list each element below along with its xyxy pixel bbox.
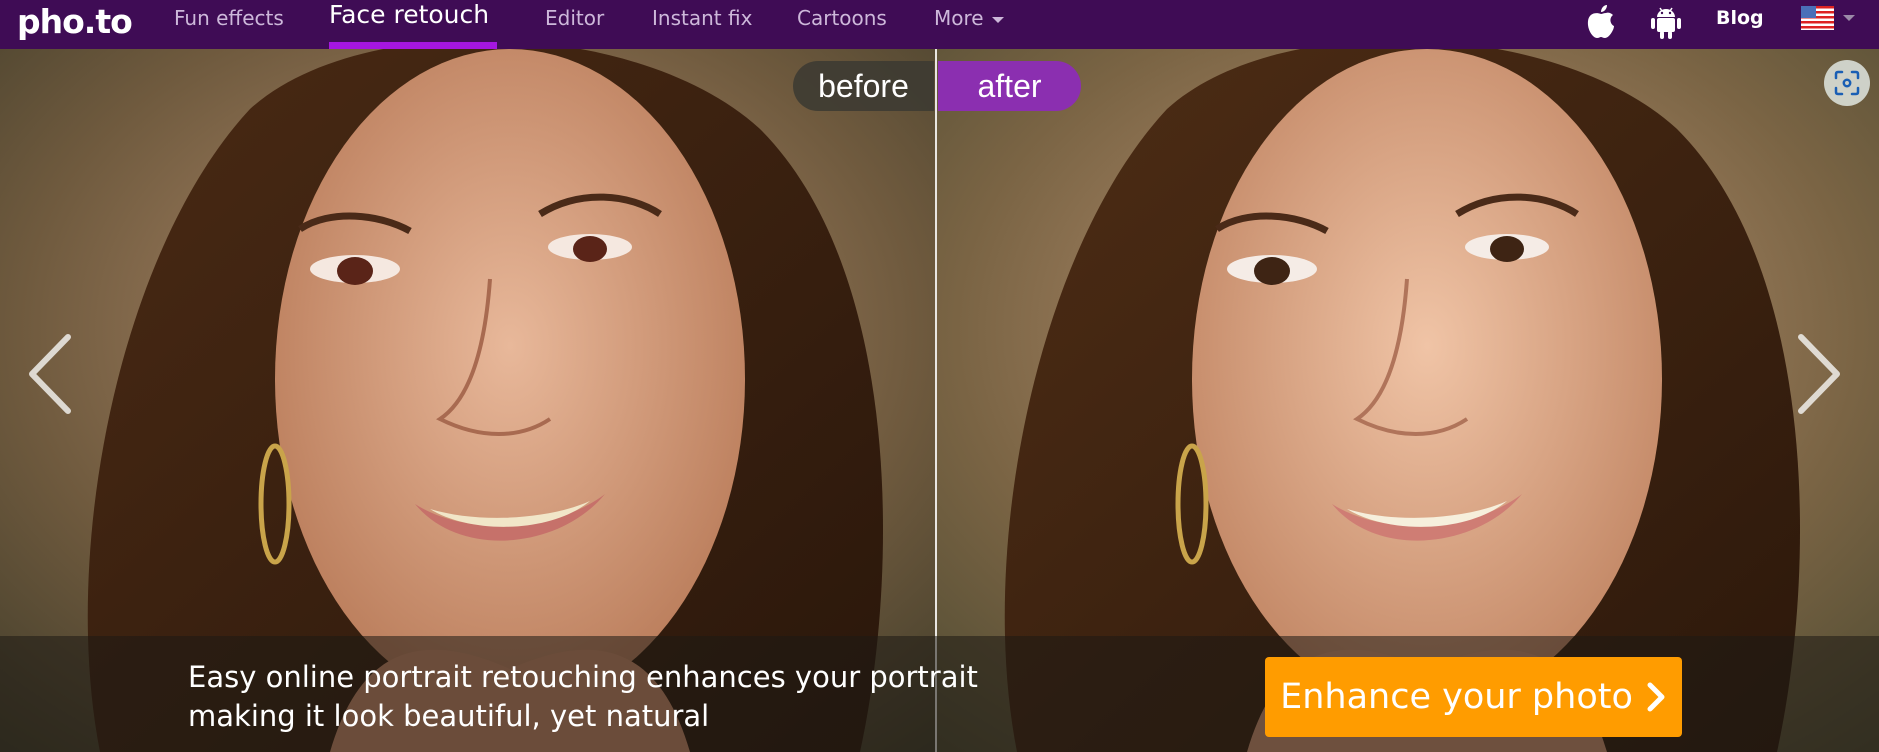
apple-icon[interactable] [1584,4,1618,44]
top-navbar: pho.to Fun effects Face retouch Editor I… [0,0,1879,49]
active-tab-indicator [329,42,497,49]
nav-face-retouch[interactable]: Face retouch [329,0,489,29]
logo[interactable]: pho.to [17,2,133,41]
before-after-viewer: before after Easy online portrait retouc… [0,49,1879,752]
before-toggle-button[interactable]: before [793,61,934,111]
next-slide-button[interactable] [1789,319,1849,429]
android-icon[interactable] [1648,4,1684,44]
caption-bar: Easy online portrait retouching enhances… [0,636,1879,752]
nav-more-label: More [934,6,984,30]
nav-fun-effects[interactable]: Fun effects [174,6,284,30]
nav-instant-fix[interactable]: Instant fix [652,6,752,30]
chevron-right-icon [1798,334,1840,414]
nav-cartoons[interactable]: Cartoons [797,6,887,30]
chevron-right-icon [1647,682,1665,712]
tagline-line-1: Easy online portrait retouching enhances… [188,660,978,694]
tagline-line-2: making it look beautiful, yet natural [188,699,710,733]
nav-editor[interactable]: Editor [545,6,604,30]
enhance-photo-button[interactable]: Enhance your photo [1265,657,1682,737]
chevron-left-icon [29,334,71,414]
nav-more[interactable]: More [934,6,1004,30]
language-chevron-down-icon[interactable] [1843,15,1855,21]
chevron-down-icon [991,16,1004,23]
camera-scan-icon [1834,70,1860,96]
enhance-photo-label: Enhance your photo [1280,677,1633,717]
us-flag-icon[interactable] [1801,6,1834,30]
blog-link[interactable]: Blog [1716,7,1764,29]
after-toggle-button[interactable]: after [938,61,1081,111]
previous-slide-button[interactable] [20,319,80,429]
tagline: Easy online portrait retouching enhances… [188,658,978,736]
visual-search-button[interactable] [1824,60,1870,106]
